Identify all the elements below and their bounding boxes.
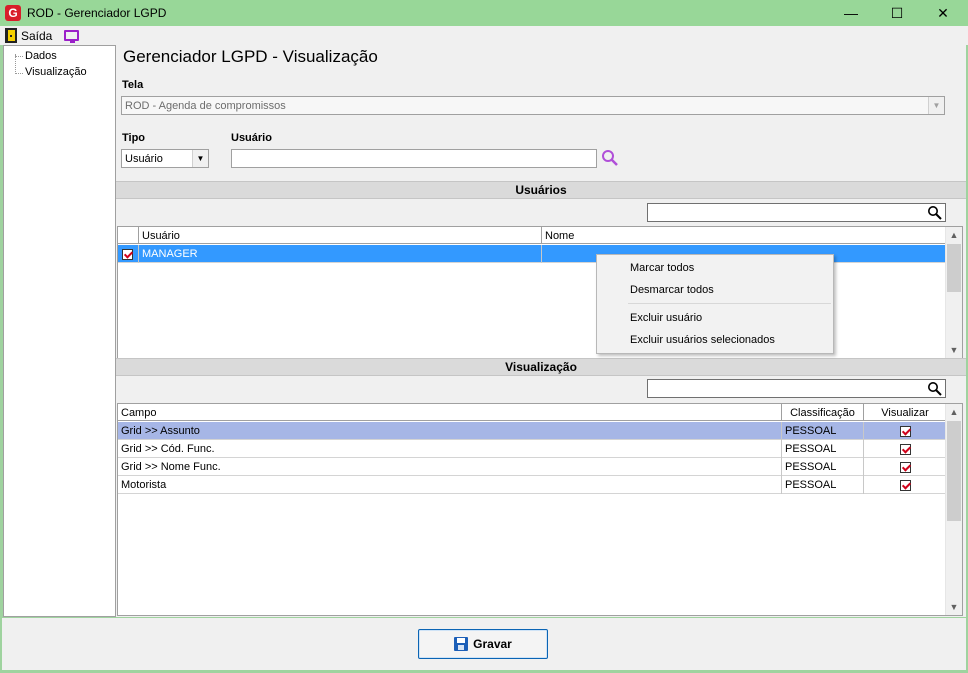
lookup-search-icon[interactable] [601,149,619,167]
scroll-up-icon[interactable]: ▲ [946,404,962,420]
footer-bar: Gravar [2,618,966,670]
visualizar-checkbox[interactable] [899,461,911,473]
menu-item-desmarcar-todos[interactable]: Desmarcar todos [630,284,714,296]
minimize-button[interactable]: — [828,0,874,26]
exit-menu-item[interactable]: Saída [21,29,52,43]
cell-campo: Motorista [118,476,782,494]
maximize-button[interactable]: ☐ [874,0,920,26]
cell-classificacao: PESSOAL [782,458,864,476]
usuario-input[interactable] [231,149,597,168]
tela-label: Tela [122,79,144,91]
monitor-icon[interactable] [64,30,80,43]
search-icon[interactable] [927,205,942,220]
tree-item-dados[interactable]: Dados [25,50,57,62]
save-button-label: Gravar [473,637,512,651]
row-checkbox[interactable] [122,248,133,260]
visualizar-checkbox[interactable] [899,425,911,437]
tipo-select-value: Usuário [125,152,163,165]
page-title: Gerenciador LGPD - Visualização [123,47,378,66]
row-checkbox-cell[interactable] [118,245,139,263]
visualizar-checkbox[interactable] [899,479,911,491]
chevron-down-icon[interactable]: ▼ [928,97,944,114]
tree-connector [15,73,23,74]
checkbox-column-header[interactable] [118,227,139,244]
visualizar-checkbox[interactable] [899,443,911,455]
cell-campo: Grid >> Nome Func. [118,458,782,476]
users-search-input[interactable] [647,203,946,222]
window-title: ROD - Gerenciador LGPD [27,6,167,20]
scroll-thumb[interactable] [947,421,961,521]
save-button[interactable]: Gravar [418,629,548,659]
menu-item-excluir-usuario[interactable]: Excluir usuário [630,312,702,324]
view-grid: Campo Classificação Visualizar Grid >> A… [117,403,963,616]
cell-visualizar[interactable] [864,422,947,440]
cell-usuario: MANAGER [139,245,542,263]
menu-item-marcar-todos[interactable]: Marcar todos [630,262,694,274]
column-header-nome[interactable]: Nome [542,227,947,244]
usuario-label: Usuário [231,132,272,144]
view-search-input[interactable] [647,379,946,398]
cell-campo: Grid >> Cód. Func. [118,440,782,458]
tela-select-value: ROD - Agenda de compromissos [125,99,286,112]
tela-select[interactable]: ROD - Agenda de compromissos ▼ [121,96,945,115]
view-section-header: Visualização [116,358,966,376]
table-row[interactable]: Grid >> Cód. Func. PESSOAL [118,440,947,458]
cell-visualizar[interactable] [864,458,947,476]
menu-bar: Saída [0,26,968,45]
table-row[interactable]: Motorista PESSOAL [118,476,947,494]
cell-visualizar[interactable] [864,440,947,458]
column-header-visualizar[interactable]: Visualizar [864,404,947,421]
title-bar: G ROD - Gerenciador LGPD — ☐ ✕ [0,0,968,26]
app-logo-icon: G [5,5,21,21]
cell-classificacao: PESSOAL [782,422,864,440]
users-section-header: Usuários [116,181,966,199]
floppy-disk-icon [454,637,469,651]
tree-item-visualizacao[interactable]: Visualização [25,66,87,78]
tree-connector [15,56,23,57]
column-header-usuario[interactable]: Usuário [139,227,542,244]
scroll-up-icon[interactable]: ▲ [946,227,962,243]
users-grid: Usuário Nome MANAGER ▲ ▼ [117,226,963,359]
cell-classificacao: PESSOAL [782,476,864,494]
tipo-select[interactable]: Usuário ▼ [121,149,209,168]
table-row[interactable]: Grid >> Assunto PESSOAL [118,422,947,440]
cell-campo: Grid >> Assunto [118,422,782,440]
scroll-down-icon[interactable]: ▼ [946,342,962,358]
exit-door-icon[interactable] [5,28,17,43]
main-panel: Gerenciador LGPD - Visualização Tela ROD… [116,45,966,617]
context-menu: Marcar todos Desmarcar todos Excluir usu… [596,254,834,354]
menu-item-excluir-selecionados[interactable]: Excluir usuários selecionados [630,334,775,346]
view-grid-scrollbar[interactable]: ▲ ▼ [945,404,962,615]
users-grid-scrollbar[interactable]: ▲ ▼ [945,227,962,358]
users-grid-header: Usuário Nome [118,227,947,244]
close-button[interactable]: ✕ [920,0,966,26]
chevron-down-icon[interactable]: ▼ [192,150,208,167]
cell-classificacao: PESSOAL [782,440,864,458]
table-row[interactable]: Grid >> Nome Func. PESSOAL [118,458,947,476]
view-grid-header: Campo Classificação Visualizar [118,404,947,421]
scroll-thumb[interactable] [947,244,961,292]
column-header-campo[interactable]: Campo [118,404,782,421]
tree-connector [15,54,16,74]
column-header-classificacao[interactable]: Classificação [782,404,864,421]
cell-visualizar[interactable] [864,476,947,494]
menu-separator [628,303,831,304]
search-icon[interactable] [927,381,942,396]
scroll-down-icon[interactable]: ▼ [946,599,962,615]
tipo-label: Tipo [122,132,146,144]
navigation-tree: Dados Visualização [3,45,116,617]
